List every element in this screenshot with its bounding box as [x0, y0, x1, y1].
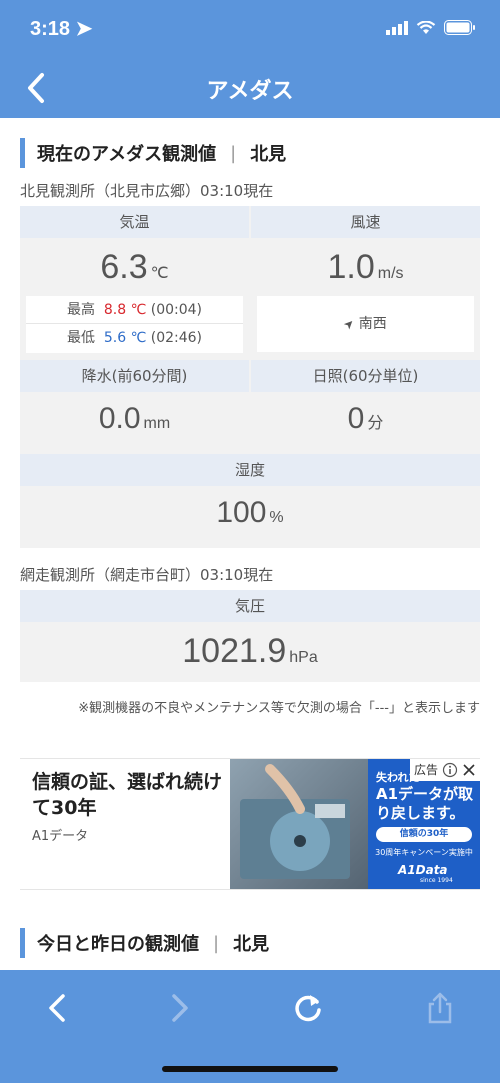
section-title-compare: 今日と昨日の観測値 | 北見	[20, 928, 269, 958]
wind-value: 1.0 m/s	[327, 248, 404, 286]
sunshine-cell: 日照(60分単位) 0分	[251, 360, 480, 452]
ad-label: 広告	[413, 763, 438, 777]
browser-forward-icon[interactable]	[161, 990, 197, 1026]
pressure-cell: 気圧 1021.9 hPa	[20, 590, 480, 682]
temp-min-row: 最低 5.6 ℃ (02:46)	[66, 330, 203, 346]
status-bar: 3:18 ➤	[0, 0, 500, 58]
reload-icon[interactable]	[290, 990, 326, 1026]
section-title-compare-place: 北見	[233, 934, 270, 955]
humidity-cell: 湿度 100%	[20, 454, 480, 548]
ad-panel-main: A1データが取り戻します。	[376, 785, 474, 822]
sunshine-label: 日照(60分単位)	[251, 360, 480, 392]
section-title-current: 現在のアメダス観測値 | 北見	[20, 138, 286, 168]
pressure-label: 気圧	[20, 590, 480, 622]
nav-bar: アメダス	[0, 58, 500, 118]
section-title-place: 北見	[250, 144, 287, 165]
ad-panel-pill: 信頼の30年	[376, 827, 472, 842]
section-title-compare-separator: |	[213, 932, 220, 954]
observation-grid: 気温 6.3 ℃ 最高 8.8 ℃ (00:04) 最低 5.6 ℃ (02:46…	[20, 206, 480, 548]
temp-minmax: 最高 8.8 ℃ (00:04) 最低 5.6 ℃ (02:46)	[26, 296, 243, 353]
location-arrow-icon: ➤	[75, 18, 93, 40]
sunshine-value: 0分	[347, 402, 384, 435]
ad-panel-since: since 1994	[420, 877, 453, 884]
wind-direction: ➤ 南西	[257, 296, 474, 352]
browser-back-icon[interactable]	[40, 990, 76, 1026]
station2-label: 網走観測所（網走市台町）03:10現在	[20, 566, 274, 584]
temp-value: 6.3 ℃	[100, 248, 169, 286]
ad-info-icon[interactable]	[442, 762, 458, 778]
ad-hdd-illustration	[240, 764, 350, 879]
temp-label: 気温	[20, 206, 249, 238]
station-label: 北見観測所（北見市広郷）03:10現在	[20, 182, 274, 200]
section-title-separator: |	[230, 142, 237, 164]
temp-cell: 気温 6.3 ℃ 最高 8.8 ℃ (00:04) 最低 5.6 ℃ (02:46…	[20, 206, 249, 358]
pressure-value: 1021.9 hPa	[182, 632, 318, 670]
wifi-icon	[416, 20, 436, 34]
share-icon[interactable]	[422, 990, 458, 1026]
rain-value: 0.0 mm	[98, 402, 171, 435]
humidity-value: 100%	[216, 496, 284, 529]
home-indicator	[162, 1066, 338, 1072]
ad-close-icon[interactable]	[462, 763, 476, 777]
missing-data-note: ※観測機器の不良やメンテナンス等で欠測の場合「---」と表示します	[78, 701, 480, 716]
page-title: アメダス	[206, 79, 294, 104]
status-icons	[386, 20, 476, 35]
ad-banner[interactable]: 信頼の証、選ばれ続けて30年 A1データ 失われた A1データが取り戻します。 …	[20, 758, 480, 890]
status-time: 3:18 ➤	[30, 18, 93, 40]
battery-icon	[444, 20, 475, 35]
ad-choices-badge[interactable]: 広告	[409, 759, 480, 781]
ad-panel-logo: A1Data	[398, 863, 448, 877]
wind-direction-text: 南西	[358, 316, 387, 332]
humidity-label: 湿度	[20, 454, 480, 486]
wind-cell: 風速 1.0 m/s ➤ 南西	[251, 206, 480, 358]
ad-panel-sub: 30周年キャンペーン実施中	[375, 848, 473, 857]
section-title-text: 現在のアメダス観測値	[37, 144, 217, 165]
rain-label: 降水(前60分間)	[20, 360, 249, 392]
rain-cell: 降水(前60分間) 0.0 mm	[20, 360, 249, 452]
ad-advertiser[interactable]: A1データ	[32, 825, 88, 844]
temp-max-row: 最高 8.8 ℃ (00:04)	[26, 296, 243, 324]
signal-icon	[386, 20, 408, 35]
section-title-compare-text: 今日と昨日の観測値	[37, 934, 199, 955]
content[interactable]: 現在のアメダス観測値 | 北見 北見観測所（北見市広郷）03:10現在 気温 6…	[0, 118, 500, 970]
ad-headline[interactable]: 信頼の証、選ばれ続けて30年	[32, 769, 232, 821]
wind-label: 風速	[251, 206, 480, 238]
